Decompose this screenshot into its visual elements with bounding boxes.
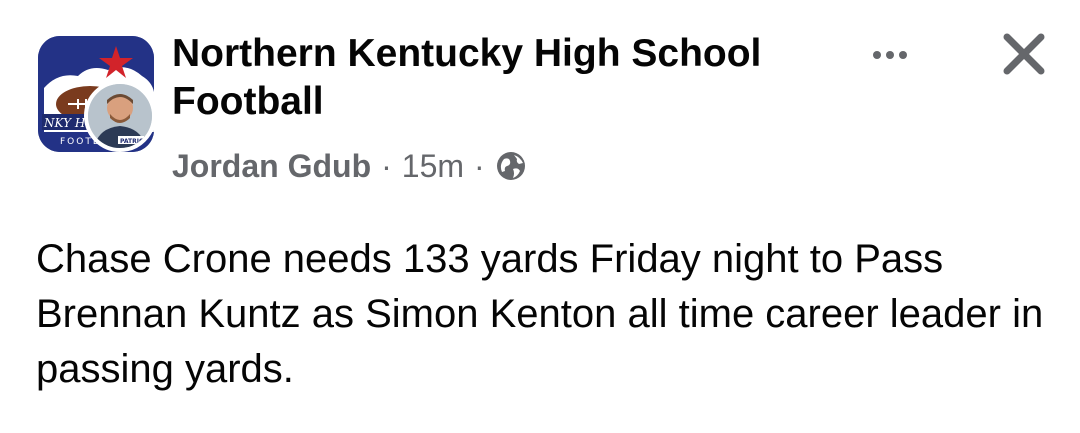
post-time[interactable]: 15m xyxy=(402,148,464,185)
close-icon xyxy=(1003,33,1045,75)
user-avatar[interactable]: PATRIOTS xyxy=(84,80,156,152)
more-horizontal-icon xyxy=(873,51,881,59)
post-card: NKY HS FOOTBALL PATRIOTS Northern Kentuc… xyxy=(0,0,1080,433)
more-horizontal-icon xyxy=(886,51,894,59)
author-name[interactable]: Jordan Gdub xyxy=(172,148,371,185)
more-options-button[interactable] xyxy=(862,40,918,70)
meta-separator: · xyxy=(474,147,485,184)
close-button[interactable] xyxy=(998,28,1050,80)
user-photo-icon: PATRIOTS xyxy=(88,84,152,148)
meta-separator: · xyxy=(381,147,392,184)
globe-icon xyxy=(495,150,527,182)
post-body: Chase Crone needs 133 yards Friday night… xyxy=(36,237,1044,391)
post-meta: Jordan Gdub · 15m · xyxy=(172,146,527,186)
more-horizontal-icon xyxy=(899,51,907,59)
group-name[interactable]: Northern Kentucky High School Football xyxy=(172,30,832,126)
